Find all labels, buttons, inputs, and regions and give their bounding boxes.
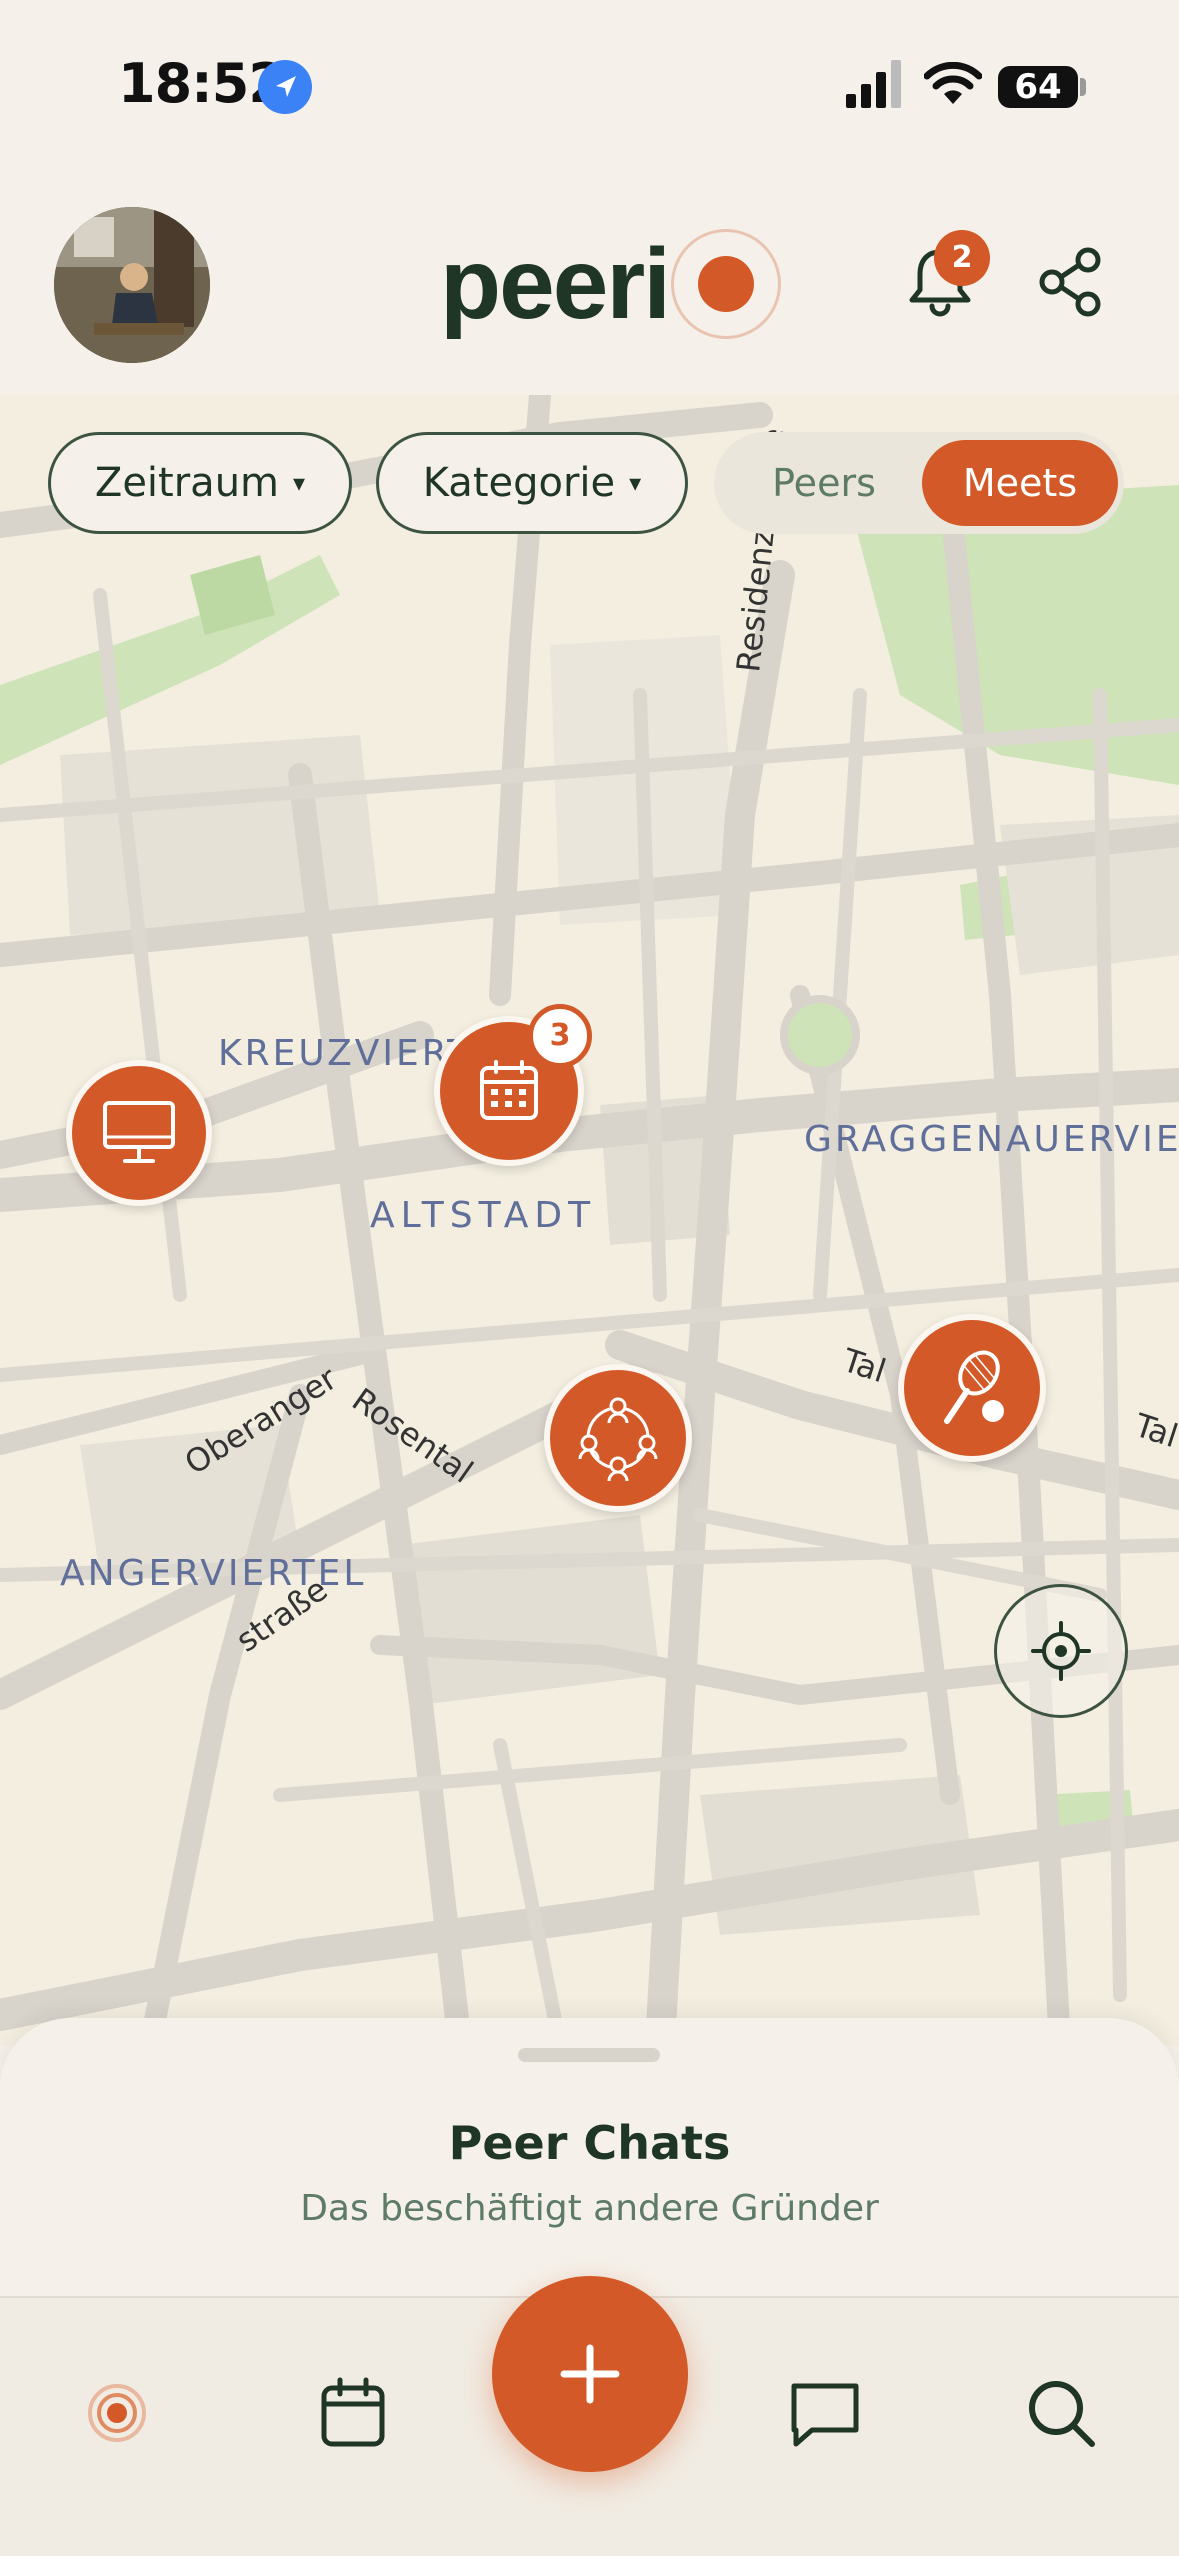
map-marker-tennis[interactable] bbox=[898, 1314, 1046, 1462]
share-icon[interactable] bbox=[1036, 246, 1108, 318]
calendar-icon bbox=[480, 1060, 538, 1120]
create-button[interactable] bbox=[492, 2276, 688, 2472]
peer-chats-sheet[interactable]: Peer Chats Das beschäftigt andere Gründe… bbox=[0, 2018, 1179, 2318]
app-header: peeri 2 bbox=[0, 170, 1179, 395]
app-root: 18:52 64 peeri 2 KREUZVIERTEL GRAGGENAUE… bbox=[0, 0, 1179, 2556]
chevron-down-icon: ▾ bbox=[629, 469, 642, 497]
filter-zeitraum-label: Zeitraum bbox=[94, 460, 280, 506]
map-marker-group[interactable] bbox=[544, 1364, 692, 1512]
calendar-tab-icon[interactable] bbox=[308, 2368, 398, 2458]
logo-dot-icon bbox=[671, 229, 782, 339]
filter-kategorie-label: Kategorie bbox=[422, 460, 616, 506]
plus-icon bbox=[560, 2344, 620, 2404]
map-tab-icon[interactable] bbox=[72, 2368, 162, 2458]
sheet-title: Peer Chats bbox=[448, 2116, 731, 2170]
recenter-location-button[interactable] bbox=[994, 1584, 1128, 1718]
map-marker-online[interactable] bbox=[66, 1060, 212, 1206]
tennis-icon bbox=[944, 1350, 1004, 1424]
monitor-icon bbox=[103, 1101, 175, 1163]
view-toggle: Peers Meets bbox=[714, 432, 1124, 534]
chat-tab-icon[interactable] bbox=[780, 2368, 870, 2458]
app-logo: peeri bbox=[440, 224, 782, 344]
sheet-subtitle: Das beschäftigt andere Gründer bbox=[300, 2188, 879, 2229]
crosshair-icon bbox=[1031, 1621, 1091, 1681]
status-bar: 18:52 64 bbox=[0, 0, 1179, 170]
battery-indicator: 64 bbox=[998, 66, 1078, 108]
location-arrow-icon bbox=[258, 60, 312, 114]
group-icon bbox=[578, 1397, 658, 1482]
battery-tip bbox=[1080, 78, 1086, 96]
avatar[interactable] bbox=[54, 207, 210, 363]
district-label-altstadt: ALTSTADT bbox=[370, 1195, 597, 1236]
notification-badge: 2 bbox=[934, 230, 990, 286]
marker-count-badge: 3 bbox=[528, 1004, 592, 1068]
sheet-drag-handle[interactable] bbox=[518, 2048, 660, 2062]
filter-kategorie-button[interactable]: Kategorie ▾ bbox=[376, 432, 688, 534]
filter-zeitraum-button[interactable]: Zeitraum ▾ bbox=[48, 432, 352, 534]
cellular-signal-icon bbox=[846, 60, 901, 108]
search-tab-icon[interactable] bbox=[1016, 2368, 1106, 2458]
district-label-graggenauerviertel: GRAGGENAUERVIER bbox=[804, 1119, 1179, 1160]
toggle-meets[interactable]: Meets bbox=[922, 440, 1118, 526]
map-view[interactable]: KREUZVIERTEL GRAGGENAUERVIER ALTSTADT AN… bbox=[0, 395, 1179, 2045]
chevron-down-icon: ▾ bbox=[293, 469, 306, 497]
wifi-icon bbox=[924, 62, 982, 104]
toggle-peers[interactable]: Peers bbox=[744, 432, 904, 534]
logo-text: peeri bbox=[440, 227, 671, 340]
